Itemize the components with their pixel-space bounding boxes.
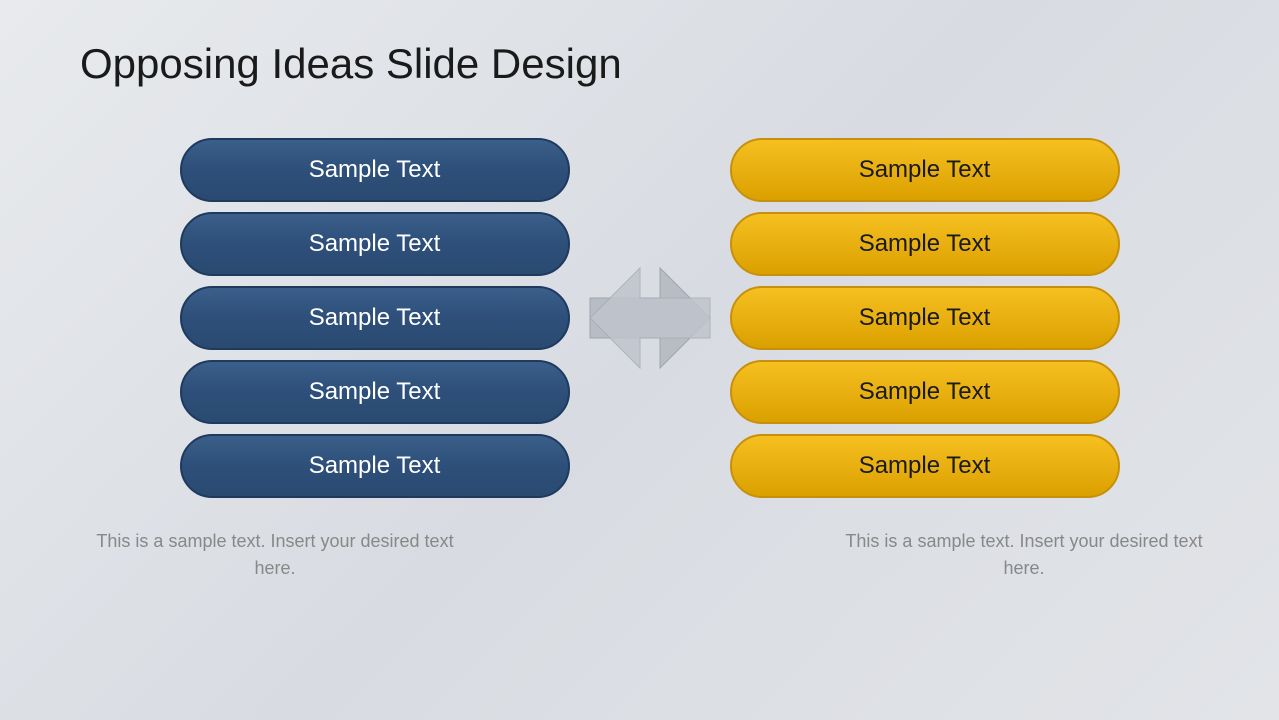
right-column: Sample Text Sample Text Sample Text Samp… xyxy=(730,138,1120,498)
yellow-pill-5[interactable]: Sample Text xyxy=(730,434,1120,498)
yellow-pill-1[interactable]: Sample Text xyxy=(730,138,1120,202)
bottom-spacer xyxy=(570,528,730,582)
content-area: Sample Text Sample Text Sample Text Samp… xyxy=(80,138,1219,498)
bottom-caption-left: This is a sample text. Insert your desir… xyxy=(80,528,470,582)
left-column: Sample Text Sample Text Sample Text Samp… xyxy=(180,138,570,498)
blue-pill-4[interactable]: Sample Text xyxy=(180,360,570,424)
bottom-texts: This is a sample text. Insert your desir… xyxy=(80,528,1219,582)
blue-pill-3[interactable]: Sample Text xyxy=(180,286,570,350)
slide-title: Opposing Ideas Slide Design xyxy=(80,40,1219,88)
yellow-pill-2[interactable]: Sample Text xyxy=(730,212,1120,276)
arrows-container xyxy=(570,268,730,368)
blue-pill-2[interactable]: Sample Text xyxy=(180,212,570,276)
yellow-pill-4[interactable]: Sample Text xyxy=(730,360,1120,424)
bottom-caption-right: This is a sample text. Insert your desir… xyxy=(829,528,1219,582)
opposing-arrows-icon xyxy=(580,258,720,378)
yellow-pill-3[interactable]: Sample Text xyxy=(730,286,1120,350)
blue-pill-1[interactable]: Sample Text xyxy=(180,138,570,202)
blue-pill-5[interactable]: Sample Text xyxy=(180,434,570,498)
slide: Opposing Ideas Slide Design Sample Text … xyxy=(0,0,1279,720)
